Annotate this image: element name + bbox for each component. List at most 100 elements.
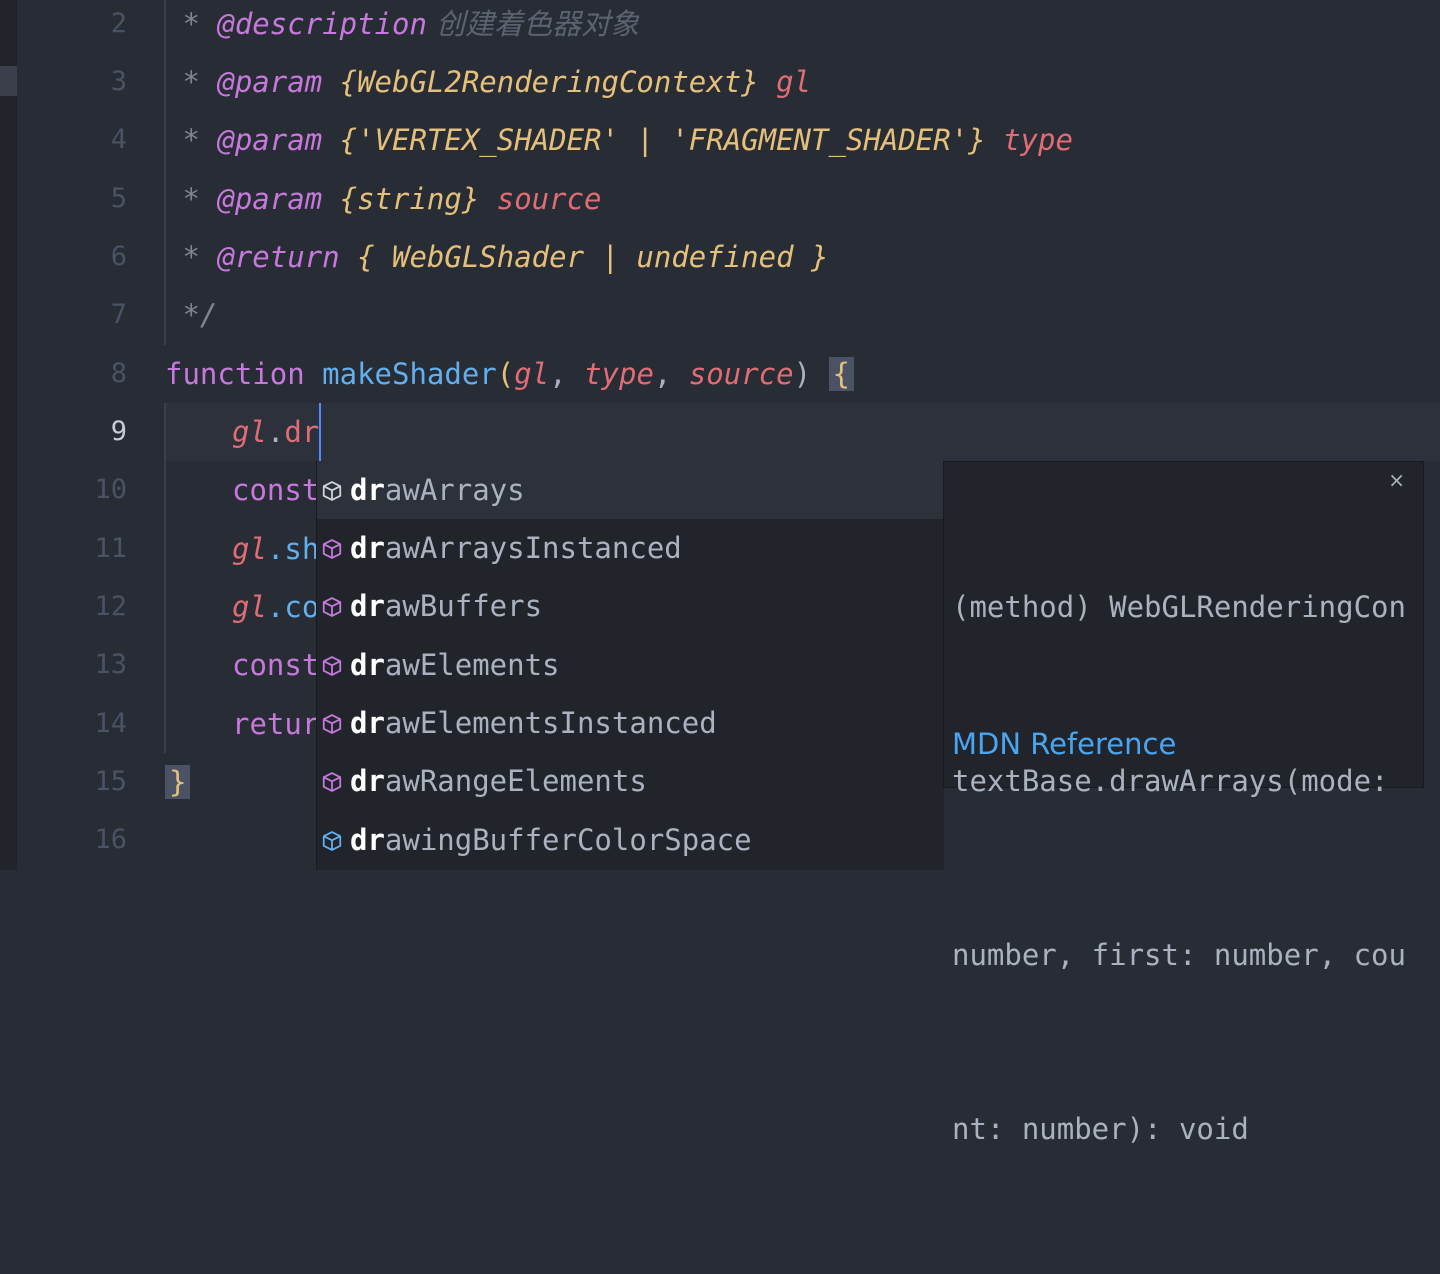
signature-line: nt: number): void: [952, 1112, 1249, 1146]
line-number-gutter: 2 3 4 5 6 7 8 9 10 11 12 13 14 15 16: [17, 0, 157, 870]
param-gl: gl: [514, 357, 550, 391]
line-number: 14: [94, 708, 127, 739]
code-line-10[interactable]: const: [232, 461, 319, 519]
indent-guide: [164, 403, 166, 753]
jsdoc-type: { WebGLShader | undefined }: [339, 240, 829, 274]
suggestion-details-panel: (method) WebGLRenderingCon textBase.draw…: [943, 461, 1424, 1146]
identifier-gl: gl: [232, 590, 267, 624]
suggestion-match: dr: [350, 648, 385, 682]
code-line-14[interactable]: retur: [232, 695, 319, 753]
comma: ,: [549, 357, 585, 391]
jsdoc-tag: @description: [217, 7, 427, 41]
line-number: 16: [94, 824, 127, 855]
line-number: 11: [94, 533, 127, 564]
comment-star: *: [165, 7, 218, 41]
code-line-12[interactable]: gl.co: [232, 578, 319, 636]
keyword-return: retur: [232, 707, 320, 741]
line-number: 4: [110, 124, 127, 155]
jsdoc-tag: @return: [217, 240, 340, 274]
current-line-highlight: [165, 403, 1440, 461]
code-line-8[interactable]: function makeShader(gl, type, source) {: [165, 345, 854, 403]
suggestion-item[interactable]: drawArraysInstanced: [317, 519, 944, 577]
comment-end: */: [165, 298, 218, 332]
active-indicator: [0, 66, 17, 96]
jsdoc-tag: @param: [217, 65, 323, 99]
suggestion-label: awBuffers: [384, 589, 543, 623]
matched-brace-close: }: [165, 765, 191, 799]
keyword-function: function: [165, 357, 305, 391]
activity-bar: [0, 0, 17, 870]
line-number: 6: [110, 241, 127, 272]
method-signature: (method) WebGLRenderingCon textBase.draw…: [952, 462, 1406, 1274]
method-icon: [322, 772, 342, 792]
code-line-6[interactable]: * @return { WebGLShader | undefined }: [165, 228, 828, 286]
code-line-9[interactable]: gl.dr: [232, 403, 322, 461]
method-fragment: .co: [266, 590, 320, 624]
code-line-5[interactable]: * @param {string} source: [165, 170, 601, 228]
identifier-gl: gl: [232, 532, 267, 566]
suggestion-label: awRangeElements: [384, 764, 647, 798]
method-icon: [322, 597, 342, 617]
comma: ,: [653, 357, 689, 391]
comment-star: *: [165, 123, 218, 157]
method-icon: [322, 714, 342, 734]
suggestion-match: dr: [350, 589, 385, 623]
close-icon[interactable]: ×: [1388, 468, 1405, 492]
method-icon: [322, 656, 342, 676]
code-line-11[interactable]: gl.sh: [232, 520, 319, 578]
comment-text: 创建着色器对象: [426, 7, 640, 41]
mdn-reference-link[interactable]: MDN Reference: [952, 727, 1176, 761]
line-number: 5: [110, 183, 127, 214]
jsdoc-param-name: gl: [758, 65, 812, 99]
code-line-15[interactable]: }: [165, 753, 191, 811]
suggestion-match: dr: [350, 823, 385, 857]
code-line-4[interactable]: * @param {'VERTEX_SHADER' | 'FRAGMENT_SH…: [165, 111, 1073, 169]
suggestion-label: awArraysInstanced: [384, 531, 682, 565]
comment-star: *: [165, 240, 218, 274]
line-number: 12: [94, 591, 127, 622]
line-number: 15: [94, 766, 127, 797]
method-fragment: .sh: [266, 532, 320, 566]
jsdoc-tag: @param: [217, 123, 323, 157]
jsdoc-type: {string}: [322, 182, 480, 216]
code-line-13[interactable]: const: [232, 636, 319, 694]
suggestion-item[interactable]: drawElements: [317, 636, 944, 694]
comment-star: *: [165, 65, 218, 99]
code-line-2[interactable]: * @description 创建着色器对象: [165, 0, 639, 53]
function-name: makeShader: [304, 357, 497, 391]
line-number: 3: [110, 66, 127, 97]
matched-brace-open: {: [828, 357, 854, 391]
keyword-const: const: [232, 648, 320, 682]
signature-line: (method) WebGLRenderingCon: [952, 590, 1406, 624]
paren-close: ): [793, 357, 829, 391]
suggestion-match: dr: [350, 473, 385, 507]
suggestion-label: awArrays: [384, 473, 525, 507]
jsdoc-param-name: type: [985, 123, 1073, 157]
suggestion-item[interactable]: drawingBufferColorSpace: [317, 811, 944, 869]
suggestion-item[interactable]: drawRangeElements: [317, 752, 944, 810]
suggestion-item[interactable]: drawArrays: [317, 461, 944, 519]
method-icon: [322, 539, 342, 559]
line-number: 13: [94, 649, 127, 680]
line-number: 10: [94, 474, 127, 505]
suggestion-label: awingBufferColorSpace: [384, 823, 752, 857]
suggestion-match: dr: [350, 764, 385, 798]
jsdoc-type: {'VERTEX_SHADER' | 'FRAGMENT_SHADER'}: [322, 123, 986, 157]
code-line-3[interactable]: * @param {WebGL2RenderingContext} gl: [165, 53, 811, 111]
suggestion-match: dr: [350, 706, 385, 740]
typed-text: dr: [284, 415, 320, 449]
method-icon: [322, 481, 342, 501]
comment-star: *: [165, 182, 218, 216]
autocomplete-list[interactable]: drawArrays drawArraysInstanced drawBuffe…: [316, 461, 944, 870]
signature-line: number, first: number, cou: [952, 938, 1406, 972]
param-type: type: [584, 357, 654, 391]
suggestion-label: awElements: [384, 648, 560, 682]
suggestion-item[interactable]: drawBuffers: [317, 577, 944, 635]
code-line-7[interactable]: */: [165, 286, 217, 344]
line-number-active: 9: [110, 416, 127, 447]
line-number: 8: [110, 358, 127, 389]
property-icon: [322, 831, 342, 851]
jsdoc-type: {WebGL2RenderingContext}: [322, 65, 759, 99]
text-cursor: [319, 403, 322, 461]
suggestion-item[interactable]: drawElementsInstanced: [317, 694, 944, 752]
